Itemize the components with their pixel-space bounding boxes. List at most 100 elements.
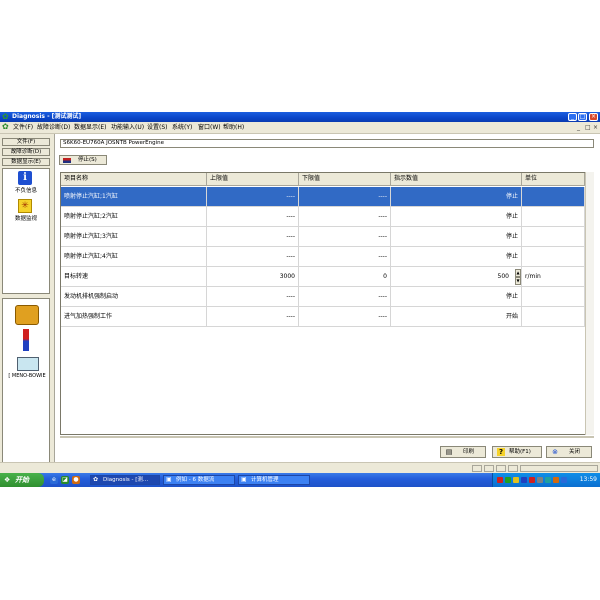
spin-down-icon[interactable]: ▼ <box>515 277 521 285</box>
cell-value[interactable]: 停止 <box>391 247 522 267</box>
close-button[interactable]: ⊗ 关闭 <box>546 446 592 458</box>
stop-label: 停止(S) <box>78 157 97 163</box>
cell-unit <box>522 207 585 227</box>
table-row[interactable]: 进气加热强制工作 ---- ---- 开始 <box>61 307 585 327</box>
cell-name: 喷射停止汽缸;2汽缸 <box>61 207 207 227</box>
speed-spinner[interactable]: ▲ ▼ <box>515 269 521 285</box>
volume-icon[interactable] <box>561 477 567 483</box>
sidebar-diagnosis-button[interactable]: 故障诊断(D) <box>2 148 50 156</box>
mdi-close-button[interactable]: × <box>593 124 598 131</box>
menu-diagnosis[interactable]: 故障诊断(D) <box>37 124 70 132</box>
cell-lower: ---- <box>299 307 391 327</box>
status-cell <box>484 465 494 472</box>
tray-icon[interactable] <box>513 477 519 483</box>
status-cell <box>508 465 518 472</box>
cell-unit <box>522 187 585 207</box>
taskbar: ❖ 开始 e ◪ ● ✿ Diagnosis - [测... ▣ 例如 - 6 … <box>0 473 600 487</box>
cell-lower: 0 <box>299 267 391 287</box>
menu-data-display[interactable]: 数据显示(E) <box>74 124 106 132</box>
sidebar-item-data-monitor[interactable]: 数据监视 <box>3 214 49 222</box>
table-row[interactable]: 目标转速 3000 0 500 ▲ ▼ r/min <box>61 267 585 287</box>
ie-icon[interactable]: e <box>50 476 58 484</box>
cell-upper: ---- <box>207 187 299 207</box>
menu-help[interactable]: 帮助(H) <box>223 124 244 132</box>
spin-up-icon[interactable]: ▲ <box>515 269 521 277</box>
sidebar-item-info[interactable]: 不负信息 <box>3 186 49 194</box>
cell-lower: ---- <box>299 207 391 227</box>
info-icon[interactable]: i <box>18 171 32 185</box>
help-label: 帮助(F1) <box>509 449 531 455</box>
cell-lower: ---- <box>299 227 391 247</box>
tray-icon[interactable] <box>521 477 527 483</box>
mdi-restore-button[interactable]: □ <box>585 124 591 131</box>
sidebar-data-display-button[interactable]: 数据显示(E) <box>2 158 50 166</box>
data-table: 项目名称 上限值 下限值 指示数值 单位 喷射停止汽缸;1汽缸 ---- ---… <box>60 172 594 435</box>
cell-name: 进气加热强制工作 <box>61 307 207 327</box>
header-unit[interactable]: 单位 <box>522 173 585 186</box>
menu-file[interactable]: 文件(F) <box>13 124 33 132</box>
minimize-button[interactable]: _ <box>568 113 577 121</box>
close-window-button[interactable]: × <box>589 113 598 121</box>
cell-value[interactable]: 停止 <box>391 287 522 307</box>
window-icon: ▣ <box>166 476 172 483</box>
document-icon: ✿ <box>2 122 9 131</box>
cell-unit <box>522 227 585 247</box>
cell-unit <box>522 287 585 307</box>
header-upper-limit[interactable]: 上限值 <box>207 173 299 186</box>
task-label: Diagnosis - [测... <box>103 477 149 483</box>
table-row[interactable]: 喷射停止汽缸;1汽缸 ---- ---- 停止 <box>61 187 585 207</box>
table-row[interactable]: 发动机排机强制启动 ---- ---- 停止 <box>61 287 585 307</box>
tray-icon[interactable] <box>497 477 503 483</box>
target-speed-value[interactable]: 500 <box>498 273 509 280</box>
menu-system[interactable]: 系统(Y) <box>172 124 192 132</box>
media-icon[interactable]: ● <box>72 476 80 484</box>
header-lower-limit[interactable]: 下限值 <box>299 173 391 186</box>
tray-icon[interactable] <box>505 477 511 483</box>
sidebar-file-button[interactable]: 文件(F) <box>2 138 50 146</box>
task-diagnosis[interactable]: ✿ Diagnosis - [测... <box>90 475 160 485</box>
print-button[interactable]: ▤ 印刷 <box>440 446 486 458</box>
task-computer-management[interactable]: ▣ 计算机管理 <box>238 475 310 485</box>
task-data-stream[interactable]: ▣ 例如 - 6 数据流 <box>163 475 235 485</box>
cell-value[interactable]: 停止 <box>391 227 522 247</box>
tray-icon[interactable] <box>545 477 551 483</box>
vertical-scrollbar[interactable] <box>585 172 594 435</box>
cell-upper: ---- <box>207 207 299 227</box>
menu-settings[interactable]: 设置(S) <box>147 124 168 132</box>
data-monitor-icon[interactable]: ✳ <box>18 199 32 213</box>
header-value[interactable]: 指示数值 <box>391 173 522 186</box>
tray-icon[interactable] <box>553 477 559 483</box>
table-row[interactable]: 喷射停止汽缸;4汽缸 ---- ---- 停止 <box>61 247 585 267</box>
cell-upper: ---- <box>207 247 299 267</box>
divider <box>60 436 594 438</box>
menu-function-input[interactable]: 功能输入(U) <box>111 124 144 132</box>
help-button[interactable]: ? 帮助(F1) <box>492 446 542 458</box>
start-button[interactable]: ❖ 开始 <box>0 473 44 487</box>
cell-value[interactable]: 停止 <box>391 187 522 207</box>
table-row[interactable]: 喷射停止汽缸;2汽缸 ---- ---- 停止 <box>61 207 585 227</box>
cell-value[interactable]: 开始 <box>391 307 522 327</box>
table-row[interactable]: 喷射停止汽缸;3汽缸 ---- ---- 停止 <box>61 227 585 247</box>
menu-bar: ✿ 文件(F) 故障诊断(D) 数据显示(E) 功能输入(U) 设置(S) 系统… <box>0 122 600 134</box>
cell-value[interactable]: 停止 <box>391 207 522 227</box>
header-item-name[interactable]: 项目名称 <box>61 173 207 186</box>
stop-button[interactable]: 停止(S) <box>59 155 107 165</box>
monitor-icon <box>17 357 39 371</box>
status-cell <box>472 465 482 472</box>
tray-icon[interactable] <box>529 477 535 483</box>
desktop-icon[interactable]: ◪ <box>61 476 69 484</box>
window-title: Diagnosis - [测试测试] <box>12 113 82 120</box>
tray-icon[interactable] <box>537 477 543 483</box>
cell-unit <box>522 307 585 327</box>
menu-window[interactable]: 窗口(W) <box>198 124 221 132</box>
title-bar[interactable]: ✿ Diagnosis - [测试测试] _ □ × <box>0 112 600 122</box>
cell-value-spinner[interactable]: 500 ▲ ▼ <box>391 267 522 287</box>
help-icon: ? <box>497 448 505 456</box>
device-panel: [ MENO-BOWIE <box>2 298 50 466</box>
clock[interactable]: 13:59 <box>580 473 597 487</box>
cell-lower: ---- <box>299 247 391 267</box>
status-cell <box>496 465 506 472</box>
system-tray: 13:59 <box>492 473 600 487</box>
mdi-minimize-button[interactable]: _ <box>577 124 580 131</box>
maximize-button[interactable]: □ <box>578 113 587 121</box>
